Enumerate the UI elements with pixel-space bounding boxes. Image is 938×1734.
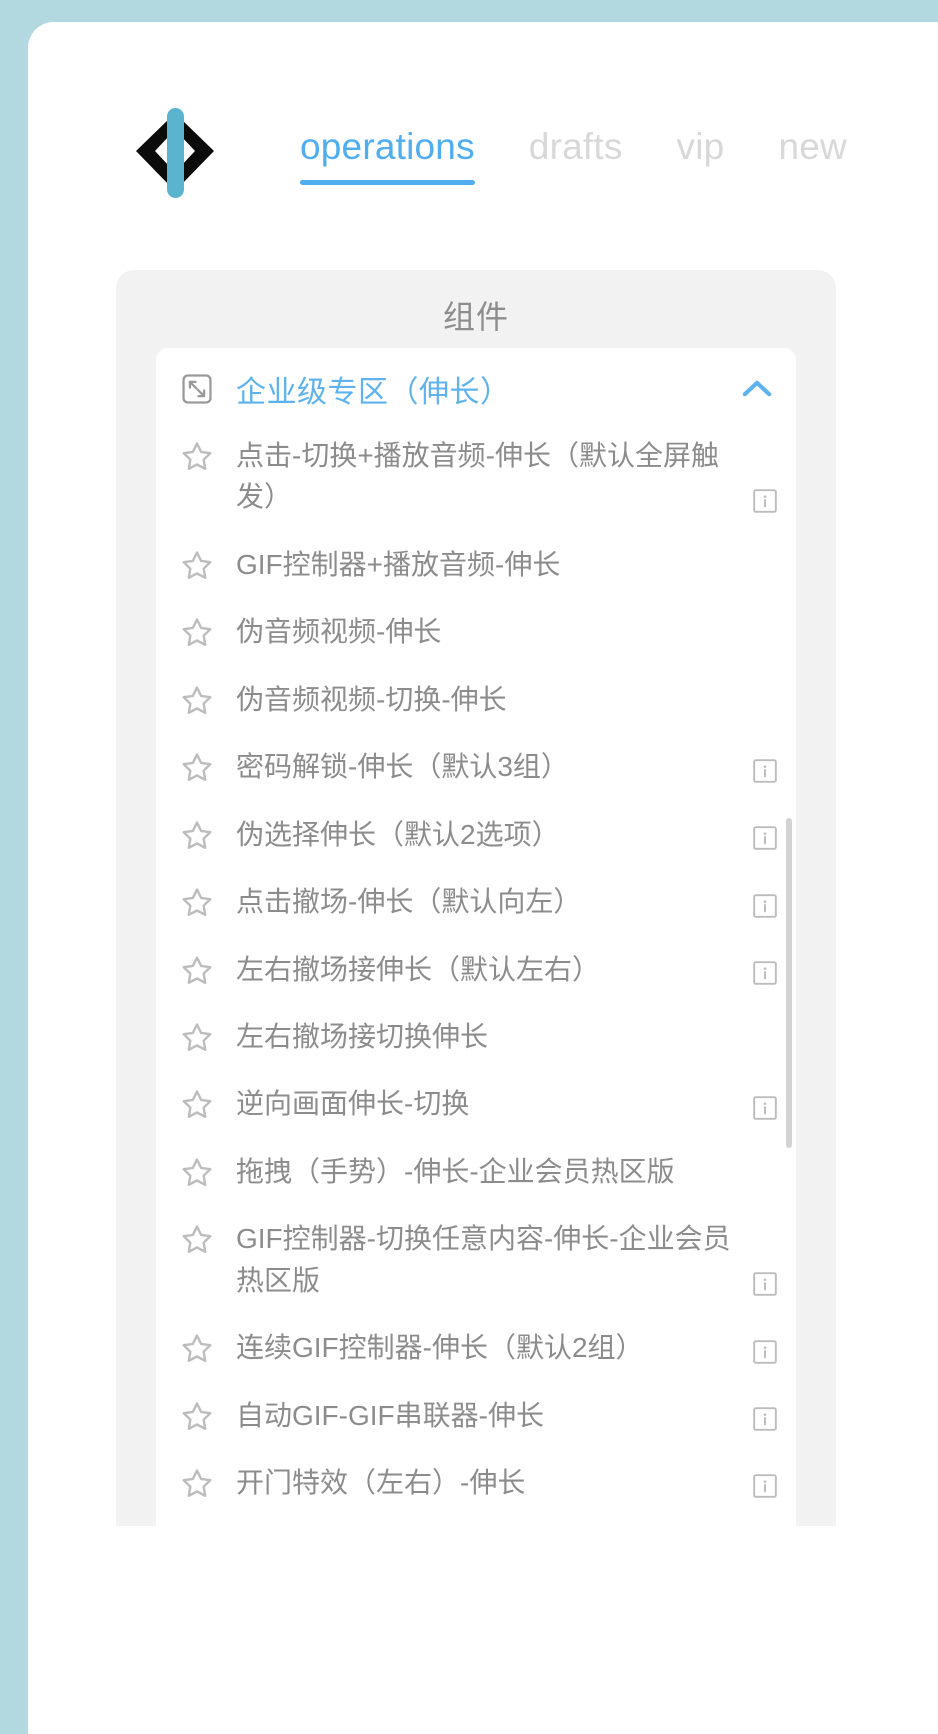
section-header-enterprise[interactable]: 企业级专区（伸长）	[176, 348, 778, 422]
section-header-label: 企业级专区（伸长）	[236, 376, 511, 409]
info-icon[interactable]	[752, 893, 778, 919]
tab-operations[interactable]: operations	[300, 118, 475, 185]
tab-active-underline	[300, 180, 475, 185]
star-outline-icon[interactable]	[180, 750, 214, 784]
star-outline-icon[interactable]	[180, 1155, 214, 1189]
star-outline-icon[interactable]	[180, 1222, 214, 1256]
tab-bar: operations drafts vip new	[300, 118, 847, 185]
component-list-card: 企业级专区（伸长） 点击-切换+播放音频-伸长（默认全屏触发） GIF控制器+播放…	[156, 348, 796, 1526]
page-bottom-area	[28, 1526, 938, 1734]
star-outline-icon[interactable]	[180, 818, 214, 852]
list-item-label: 伪选择伸长（默认2选项）	[236, 818, 560, 850]
list-item-label: 拖拽（手势）-伸长-企业会员热区版	[236, 1155, 675, 1187]
list-item-label: 密码解锁-伸长（默认3组）	[236, 751, 569, 783]
code-brackets-logo-icon[interactable]	[120, 100, 230, 204]
list-item-label: 左右撤场接切换伸长	[236, 1020, 489, 1052]
tab-drafts[interactable]: drafts	[529, 118, 623, 165]
list-item[interactable]: 点击-切换+播放音频-伸长（默认全屏触发）	[176, 422, 778, 531]
star-outline-icon[interactable]	[180, 439, 214, 473]
app-card: operations drafts vip new 组件 企业级专区（伸长） 点…	[28, 22, 938, 1734]
list-item-label: 开门特效（左右）-伸长	[236, 1467, 526, 1498]
star-outline-icon[interactable]	[180, 1087, 214, 1121]
list-item-label: 点击撤场-伸长（默认向左）	[236, 886, 582, 918]
list-item-label: 自动GIF-GIF串联器-伸长	[236, 1399, 544, 1431]
list-item[interactable]: 自动GIF-GIF串联器-伸长	[176, 1382, 778, 1449]
star-outline-icon[interactable]	[180, 885, 214, 919]
list-item[interactable]: 点击撤场-伸长（默认向左）	[176, 868, 778, 935]
app-header: operations drafts vip new	[28, 22, 938, 234]
list-item[interactable]: 左右撤场接切换伸长	[176, 1003, 778, 1070]
list-item-label: 伪音频视频-切换-伸长	[236, 683, 507, 715]
list-item[interactable]: 密码解锁-伸长（默认3组）	[176, 733, 778, 800]
list-item-label: GIF控制器-切换任意内容-伸长-企业会员热区版	[236, 1223, 731, 1296]
list-item[interactable]: 连续GIF控制器-伸长（默认2组）	[176, 1314, 778, 1381]
list-item[interactable]: 拖拽（手势）-伸长-企业会员热区版	[176, 1138, 778, 1205]
info-icon[interactable]	[752, 1271, 778, 1297]
star-outline-icon[interactable]	[180, 1466, 214, 1500]
list-item[interactable]: GIF控制器-切换任意内容-伸长-企业会员热区版	[176, 1205, 778, 1314]
list-item[interactable]: 伪选择伸长（默认2选项）	[176, 801, 778, 868]
info-icon[interactable]	[752, 1473, 778, 1499]
info-icon[interactable]	[752, 1095, 778, 1121]
list-item[interactable]: 伪音频视频-伸长	[176, 598, 778, 665]
list-item[interactable]: 伪音频视频-切换-伸长	[176, 666, 778, 733]
star-outline-icon[interactable]	[180, 1399, 214, 1433]
list-item[interactable]: GIF控制器+播放音频-伸长	[176, 531, 778, 598]
panel-title: 组件	[442, 299, 509, 335]
star-outline-icon[interactable]	[180, 953, 214, 987]
list-item-label: GIF控制器+播放音频-伸长	[236, 548, 561, 580]
star-outline-icon[interactable]	[180, 615, 214, 649]
info-icon[interactable]	[752, 1406, 778, 1432]
info-icon[interactable]	[752, 1339, 778, 1365]
list-item[interactable]: 左右撤场接伸长（默认左右）	[176, 936, 778, 1003]
components-panel: 组件 企业级专区（伸长） 点击-切换+播放音频-伸长（默认全屏触发） GIF控制…	[116, 270, 836, 1526]
list-item-label: 逆向画面伸长-切换	[236, 1088, 470, 1120]
fullscreen-expand-icon	[180, 372, 214, 406]
list-item[interactable]: 逆向画面伸长-切换	[176, 1070, 778, 1137]
tab-new[interactable]: new	[778, 118, 846, 165]
star-outline-icon[interactable]	[180, 683, 214, 717]
list-item-label: 点击-切换+播放音频-伸长（默认全屏触发）	[236, 440, 720, 513]
list-item-label: 左右撤场接伸长（默认左右）	[236, 953, 601, 985]
component-list-scroll-area[interactable]: 企业级专区（伸长） 点击-切换+播放音频-伸长（默认全屏触发） GIF控制器+播放…	[156, 348, 796, 1526]
tab-drafts-label: drafts	[528, 126, 623, 167]
list-item[interactable]: 开门特效（左右）-伸长	[176, 1449, 778, 1516]
info-icon[interactable]	[752, 960, 778, 986]
tab-new-label: new	[778, 126, 847, 167]
list-item-label: 伪音频视频-伸长	[236, 616, 442, 648]
star-outline-icon[interactable]	[180, 1331, 214, 1365]
chevron-up-icon[interactable]	[736, 368, 778, 410]
star-outline-icon[interactable]	[180, 1020, 214, 1054]
tab-vip-label: vip	[676, 126, 725, 167]
list-scrollbar[interactable]	[786, 818, 792, 1148]
tab-vip[interactable]: vip	[677, 118, 725, 165]
info-icon[interactable]	[752, 758, 778, 784]
list-item-label: 连续GIF控制器-伸长（默认2组）	[236, 1332, 644, 1364]
component-list: 点击-切换+播放音频-伸长（默认全屏触发） GIF控制器+播放音频-伸长 伪音频视频…	[176, 422, 778, 1516]
star-outline-icon[interactable]	[180, 548, 214, 582]
tab-operations-label: operations	[300, 126, 475, 167]
info-icon[interactable]	[752, 825, 778, 851]
info-icon[interactable]	[752, 488, 778, 514]
